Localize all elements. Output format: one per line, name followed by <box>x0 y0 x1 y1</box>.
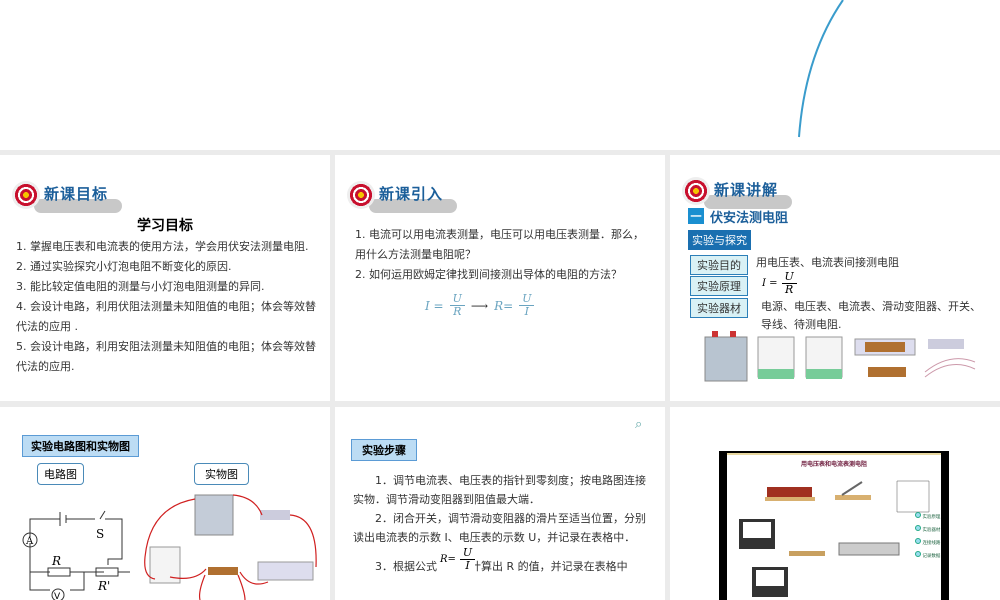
video-button[interactable]: 记录数据 <box>915 550 940 563</box>
slide-header: 新课目标 <box>12 177 192 217</box>
slide-thumb-5[interactable]: ⌕ 实验步骤 1．调节电流表、电压表的指针到零刻度；按电路图连接实物．调节滑动变… <box>335 407 665 600</box>
tag-label: 实验步骤 <box>351 439 417 461</box>
target-icon <box>12 181 40 209</box>
slide-title: 学习目标 <box>137 218 193 234</box>
slide-thumb-4[interactable]: 实验电路图和实物图 电路图 实物图 A S R R' V <box>0 407 330 600</box>
principle-formula: I = U R <box>762 271 797 296</box>
svg-text:R: R <box>51 554 61 568</box>
target-icon <box>682 177 710 205</box>
step-item: 2．闭合开关，调节滑动变阻器的滑片至适当位置，分别读出电流表的示数 I、电压表的… <box>353 512 646 544</box>
svg-text:V: V <box>54 592 61 600</box>
step-item: 1．调节电流表、电压表的指针到零刻度；按电路图连接实物．调节滑动变阻器到阻值最大… <box>353 474 646 506</box>
slide-thumb-2[interactable]: 新课引入 1. 电流可以用电流表测量，电压可以用电压表测量．那么，用什么方法测量… <box>335 155 665 401</box>
top-canvas <box>0 0 1000 150</box>
slide-thumb-1[interactable]: 新课目标 学习目标 1. 掌握电压表和电流表的使用方法，学会用伏安法测量电阻. … <box>0 155 330 401</box>
list-item: 4. 会设计电路，利用伏阻法测量未知阻值的电阻；体会等效替代法的应用 . <box>16 300 316 333</box>
apparatus-animation <box>739 480 930 597</box>
video-button[interactable]: 实验原理 <box>915 511 940 524</box>
step-formula: R= U I <box>440 547 476 572</box>
label-equipment: 实验器材 <box>690 298 748 318</box>
slide-thumb-6[interactable]: 用电压表和电流表测电阻 实验原理 实验器材 连接线路 记录数据 <box>670 407 1000 600</box>
label-principle: 实验原理 <box>690 276 748 296</box>
svg-text:A: A <box>25 536 34 547</box>
svg-text:R': R' <box>97 579 110 593</box>
decorative-arc <box>798 0 844 138</box>
video-button[interactable]: 连接线路 <box>915 537 940 550</box>
list-item: 3. 能比较定值电阻的测量与小灯泡电阻测量的异同. <box>16 280 265 293</box>
circuit-diagram: A S R R' V <box>22 494 317 600</box>
slide-thumb-3[interactable]: 新课讲解 一 伏安法测电阻 实验与探究 实验目的 用电压表、电流表间接测电阻 实… <box>670 155 1000 401</box>
slide-header: 新课引入 <box>347 177 527 217</box>
list-item: 2. 如何运用欧姆定律找到间接测出导体的电阻的方法？ <box>355 268 622 281</box>
list-item: 1. 掌握电压表和电流表的使用方法，学会用伏安法测量电阻. <box>16 240 309 253</box>
arrow-icon: ⟶ <box>470 298 489 313</box>
ohm-formula: I = U R ⟶ R= U I <box>425 293 535 318</box>
list-item: 1. 电流可以用电流表测量，电压可以用电压表测量．那么，用什么方法测量电阻呢？ <box>355 228 644 261</box>
equipment-illustration <box>704 331 976 382</box>
video-button[interactable]: 实验器材 <box>915 524 940 537</box>
purpose-text: 用电压表、电流表间接测电阻 <box>756 256 899 269</box>
svg-text:S: S <box>96 527 104 541</box>
list-item: 5. 会设计电路，利用安阻法测量未知阻值的电阻；体会等效替代法的应用. <box>16 340 316 373</box>
tag-label: 实验与探究 <box>688 230 751 250</box>
label-purpose: 实验目的 <box>690 255 748 275</box>
section-title: 伏安法测电阻 <box>710 211 789 226</box>
video-player[interactable]: 用电压表和电流表测电阻 实验原理 实验器材 连接线路 记录数据 <box>719 451 949 600</box>
list-item: 2. 通过实验探究小灯泡电阻不断变化的原因. <box>16 260 232 273</box>
binoculars-icon: ⌕ <box>635 417 643 432</box>
target-icon <box>347 181 375 209</box>
step-item: 3．根据公式 计算出 R 的值，并记录在表格中 <box>375 560 628 573</box>
section-number: 一 <box>688 208 704 224</box>
